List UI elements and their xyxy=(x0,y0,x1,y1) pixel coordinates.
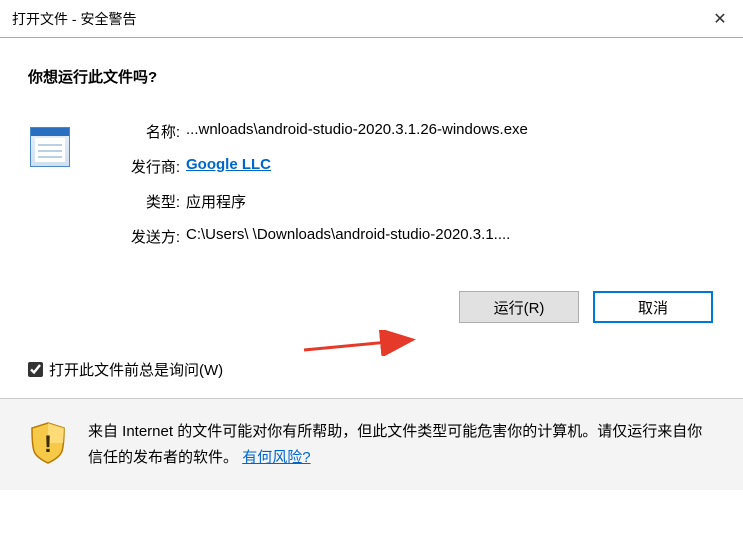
value-type: 应用程序 xyxy=(186,191,715,212)
always-ask-checkbox-row[interactable]: 打开此文件前总是询问(W) xyxy=(28,359,715,380)
file-info-table: 名称: ...wnloads\android-studio-2020.3.1.2… xyxy=(100,121,715,247)
security-footer: ! 来自 Internet 的文件可能对你有所帮助，但此文件类型可能危害你的计算… xyxy=(0,398,743,490)
cancel-button[interactable]: 取消 xyxy=(593,291,713,323)
shield-warning-icon: ! xyxy=(28,421,68,465)
value-from: C:\Users\ \Downloads\android-studio-2020… xyxy=(186,226,715,247)
publisher-link[interactable]: Google LLC xyxy=(186,156,271,173)
always-ask-checkbox[interactable] xyxy=(28,362,43,377)
security-warning-text: 来自 Internet 的文件可能对你有所帮助，但此文件类型可能危害你的计算机。… xyxy=(88,419,715,470)
label-name: 名称: xyxy=(100,121,180,142)
run-button[interactable]: 运行(R) xyxy=(459,291,579,323)
close-button[interactable]: ✕ xyxy=(697,0,743,38)
close-icon: ✕ xyxy=(713,9,726,29)
svg-text:!: ! xyxy=(44,431,52,458)
label-type: 类型: xyxy=(100,191,180,212)
label-from: 发送方: xyxy=(100,226,180,247)
dialog-question: 你想运行此文件吗? xyxy=(28,66,715,87)
label-publisher: 发行商: xyxy=(100,156,180,177)
file-info-row: 名称: ...wnloads\android-studio-2020.3.1.2… xyxy=(28,121,715,247)
footer-message: 来自 Internet 的文件可能对你有所帮助，但此文件类型可能危害你的计算机。… xyxy=(88,423,702,466)
window-title: 打开文件 - 安全警告 xyxy=(12,9,136,29)
value-name: ...wnloads\android-studio-2020.3.1.26-wi… xyxy=(186,121,715,142)
application-icon xyxy=(30,127,70,167)
button-row: 运行(R) 取消 xyxy=(28,291,715,323)
value-publisher: Google LLC xyxy=(186,156,715,177)
risk-link[interactable]: 有何风险? xyxy=(242,449,310,466)
dialog-content: 你想运行此文件吗? 名称: ...wnloads\android-studio-… xyxy=(0,38,743,380)
always-ask-label: 打开此文件前总是询问(W) xyxy=(49,359,223,380)
titlebar: 打开文件 - 安全警告 ✕ xyxy=(0,0,743,38)
